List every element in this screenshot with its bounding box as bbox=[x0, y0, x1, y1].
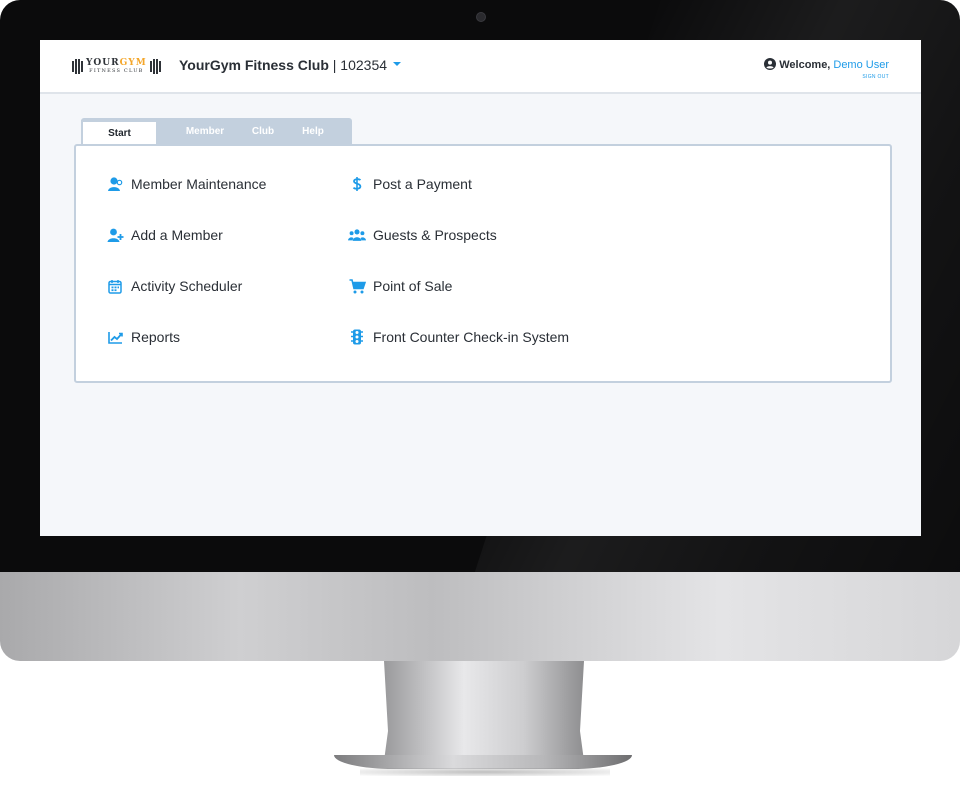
tab-bar: Start Member Club Help bbox=[81, 118, 352, 148]
member-maintenance-icon bbox=[106, 175, 124, 193]
camera-icon bbox=[476, 12, 486, 22]
menu-item-label: Front Counter Check-in System bbox=[373, 329, 570, 345]
tab-help[interactable]: Help bbox=[291, 118, 335, 145]
menu-item-label: Member Maintenance bbox=[131, 176, 267, 192]
logo-wordmark: YOURGYM bbox=[86, 57, 147, 68]
point-of-sale-link[interactable]: Point of Sale bbox=[348, 276, 452, 296]
club-id: 102354 bbox=[340, 57, 388, 73]
user-circle-icon bbox=[764, 58, 777, 70]
welcome-label: Welcome, bbox=[779, 59, 831, 71]
add-member-link[interactable]: Add a Member bbox=[106, 225, 223, 245]
base-shadow bbox=[360, 768, 610, 776]
tab-member[interactable]: Member bbox=[175, 118, 235, 145]
sign-out-link[interactable]: SIGN OUT bbox=[862, 74, 889, 80]
add-member-icon bbox=[106, 226, 124, 244]
member-maintenance-link[interactable]: Member Maintenance bbox=[106, 174, 266, 194]
dollar-icon bbox=[348, 175, 366, 193]
club-name: YourGym Fitness Club bbox=[179, 57, 329, 73]
monitor-chin bbox=[0, 572, 960, 661]
users-icon bbox=[348, 226, 366, 244]
menu-item-label: Add a Member bbox=[131, 227, 223, 243]
guests-prospects-link[interactable]: Guests & Prospects bbox=[348, 225, 497, 245]
start-panel: Member Maintenance Add a Member Activity… bbox=[74, 144, 892, 383]
front-counter-checkin-link[interactable]: Front Counter Check-in System bbox=[348, 327, 569, 347]
app-screen: YOURGYM FITNESS CLUB YourGym Fitness Clu… bbox=[40, 40, 921, 536]
menu-item-label: Post a Payment bbox=[373, 176, 472, 192]
traffic-light-icon bbox=[348, 328, 366, 346]
logo-tagline: FITNESS CLUB bbox=[89, 67, 144, 74]
menu-item-label: Point of Sale bbox=[373, 278, 453, 294]
user-name-link[interactable]: Demo User bbox=[833, 59, 889, 71]
monitor-stand bbox=[384, 661, 584, 761]
tab-club[interactable]: Club bbox=[243, 118, 283, 145]
post-payment-link[interactable]: Post a Payment bbox=[348, 174, 472, 194]
menu-item-label: Guests & Prospects bbox=[373, 227, 497, 243]
cart-icon bbox=[348, 277, 366, 295]
club-separator: | bbox=[328, 57, 341, 73]
menu-item-label: Activity Scheduler bbox=[131, 278, 243, 294]
welcome-area: Welcome, Demo User bbox=[764, 58, 889, 71]
caret-down-icon bbox=[393, 62, 402, 67]
calendar-icon bbox=[106, 277, 124, 295]
top-bar: YOURGYM FITNESS CLUB YourGym Fitness Clu… bbox=[40, 40, 921, 94]
dumbbell-right-icon bbox=[149, 58, 161, 74]
activity-scheduler-link[interactable]: Activity Scheduler bbox=[106, 276, 242, 296]
club-selector[interactable]: YourGym Fitness Club | 102354 bbox=[179, 57, 402, 73]
menu-item-label: Reports bbox=[131, 329, 181, 345]
dumbbell-left-icon bbox=[72, 58, 83, 74]
yourgym-logo[interactable]: YOURGYM FITNESS CLUB bbox=[72, 56, 168, 76]
monitor-base bbox=[334, 755, 632, 769]
chart-line-icon bbox=[106, 328, 124, 346]
reports-link[interactable]: Reports bbox=[106, 327, 180, 347]
